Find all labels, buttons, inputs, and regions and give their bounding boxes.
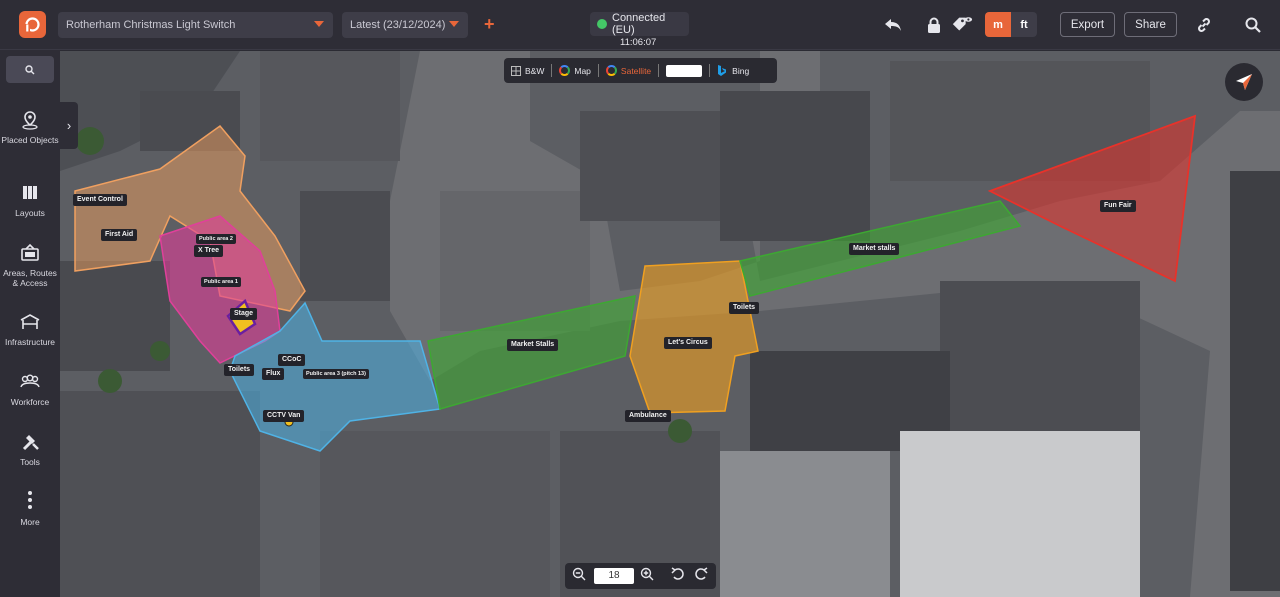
zoom-controls: 18 (565, 563, 716, 589)
satellite-imagery (60, 51, 1280, 597)
top-bar: Rotherham Christmas Light Switch Latest … (0, 0, 1280, 50)
zoom-out-icon[interactable] (570, 567, 588, 585)
layer-bing-button[interactable]: Bing (710, 58, 756, 83)
lock-icon[interactable] (923, 14, 945, 36)
map-label-first-aid[interactable]: First Aid (101, 229, 138, 241)
unit-metres-toggle[interactable]: m (985, 12, 1011, 37)
bing-icon (718, 64, 727, 76)
status-dot-icon (597, 19, 607, 29)
zoom-in-icon[interactable] (638, 567, 656, 585)
map-label-fun-fair[interactable]: Fun Fair (1100, 200, 1136, 212)
link-icon[interactable] (1193, 14, 1215, 36)
unit-feet-toggle[interactable]: ft (1011, 12, 1037, 37)
sidebar-item-infrastructure[interactable]: Infrastructure (0, 312, 60, 347)
more-icon (28, 491, 32, 509)
google-icon (605, 65, 617, 76)
tools-icon (22, 435, 39, 451)
bw-map-icon (511, 65, 521, 76)
layer-ordnance-survey-button[interactable] (659, 58, 709, 83)
map-label-public-area-2[interactable]: Public area 2 (196, 234, 236, 244)
map-label-toilets-west[interactable]: Toilets (224, 364, 255, 376)
logo-icon (25, 17, 40, 32)
sidebar-item-layouts[interactable]: Layouts (0, 183, 60, 218)
map-label-cctv-van[interactable]: CCTV Van (263, 410, 305, 422)
compass-icon[interactable] (1225, 63, 1263, 101)
sidebar-item-more[interactable]: More (0, 490, 60, 527)
sidebar-expand-chevron-icon[interactable]: › (60, 102, 78, 149)
infrastructure-icon (20, 314, 40, 329)
search-icon (25, 64, 35, 74)
map-label-x-tree[interactable]: X Tree (194, 245, 224, 257)
sidebar-item-tools[interactable]: Tools (0, 432, 60, 467)
map-label-stage[interactable]: Stage (230, 308, 258, 320)
pin-icon (22, 111, 38, 130)
version-select[interactable]: Latest (23/12/2024) (342, 12, 468, 38)
map-label-event-control[interactable]: Event Control (73, 194, 127, 206)
share-button[interactable]: Share (1124, 12, 1177, 37)
map-label-ambulance[interactable]: Ambulance (625, 410, 671, 422)
layer-bw-button[interactable]: B&W (504, 58, 551, 83)
workforce-icon (20, 374, 40, 388)
sidebar-item-placed-objects[interactable]: Placed Objects (0, 110, 60, 145)
areas-icon (21, 243, 39, 261)
export-button[interactable]: Export (1060, 12, 1115, 37)
map-label-ccoc[interactable]: CCoC (278, 354, 306, 366)
undo-icon[interactable] (882, 14, 904, 36)
chevron-down-icon (314, 21, 324, 27)
zoom-level-input[interactable]: 18 (594, 568, 634, 584)
map-canvas[interactable]: Event Control First Aid Public area 2 X … (60, 51, 1280, 597)
map-label-public-area-3[interactable]: Public area 3 (pitch 13) (303, 369, 369, 379)
event-select[interactable]: Rotherham Christmas Light Switch (58, 12, 333, 38)
sidebar-item-workforce[interactable]: Workforce (0, 372, 60, 407)
map-label-market-stalls-east[interactable]: Market stalls (849, 243, 900, 255)
layer-satellite-button[interactable]: Satellite (599, 58, 658, 83)
chevron-down-icon (449, 21, 459, 27)
tag-visibility-icon[interactable] (951, 14, 973, 36)
rotate-left-icon[interactable] (669, 567, 687, 585)
map-label-lets-circus[interactable]: Let's Circus (664, 337, 712, 349)
map-label-market-stalls[interactable]: Market Stalls (507, 339, 559, 351)
sidebar-search-button[interactable] (6, 56, 54, 83)
clock: 11:06:07 (620, 37, 657, 48)
map-label-flux[interactable]: Flux (262, 368, 285, 380)
add-icon[interactable]: + (484, 14, 495, 35)
connection-status: Connected (EU) (590, 12, 689, 36)
search-icon[interactable] (1242, 14, 1264, 36)
rotate-right-icon[interactable] (692, 567, 710, 585)
app-logo[interactable] (19, 11, 46, 38)
google-icon (559, 65, 571, 76)
map-label-toilets-east[interactable]: Toilets (729, 302, 760, 314)
ordnance-survey-logo (666, 64, 703, 77)
map-label-public-area-1[interactable]: Public area 1 (201, 277, 241, 287)
map-layer-switcher: B&W Map Satellite Bing (504, 58, 777, 83)
layer-map-button[interactable]: Map (552, 58, 598, 83)
layouts-icon (23, 186, 37, 199)
sidebar-item-areas[interactable]: Areas, Routes & Access (0, 243, 60, 288)
